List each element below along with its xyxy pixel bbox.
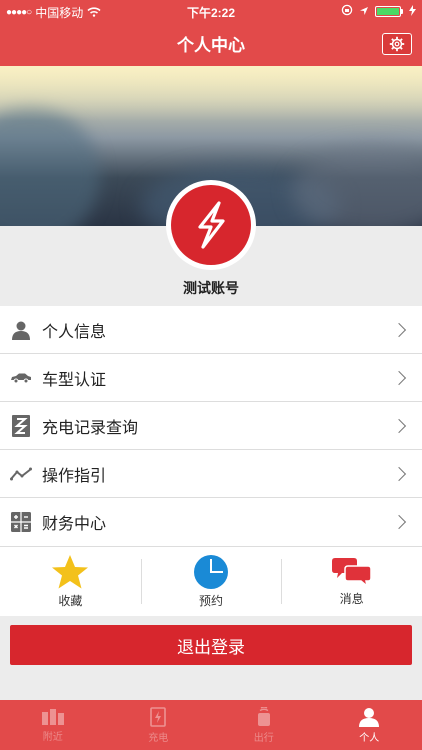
chevron-right-icon — [391, 370, 407, 385]
stations-icon — [41, 708, 64, 725]
chevron-right-icon — [391, 418, 407, 433]
calculator-icon — [10, 511, 32, 533]
menu-item-charging-records[interactable]: 充电记录查询 — [0, 402, 422, 450]
user-icon — [10, 319, 32, 341]
tab-personal[interactable]: 个人 — [317, 700, 422, 750]
reservation-label: 预约 — [199, 594, 224, 608]
status-bar: ●●●●○ 中国移动 下午2:22 — [0, 0, 422, 22]
menu-item-personal-info[interactable]: 个人信息 — [0, 306, 422, 354]
quick-actions: 收藏 预约 消息 — [0, 546, 422, 616]
messages-button[interactable]: 消息 — [281, 547, 422, 616]
tab-label: 个人 — [359, 732, 380, 744]
gear-icon — [389, 36, 405, 52]
menu-label: 操作指引 — [42, 467, 107, 485]
menu-list: 个人信息 车型认证 充电记录查询 操作指引 财务中心 — [0, 306, 422, 546]
rotation-lock-icon — [341, 4, 353, 19]
top-bar: ●●●●○ 中国移动 下午2:22 个人中心 — [0, 0, 422, 66]
star-icon — [52, 555, 89, 589]
tab-charging[interactable]: 充电 — [106, 700, 212, 750]
settings-button[interactable] — [382, 33, 412, 55]
menu-item-operation-guide[interactable]: 操作指引 — [0, 450, 422, 498]
car-icon — [10, 367, 32, 389]
tab-label: 充电 — [148, 732, 169, 744]
tab-nearby[interactable]: 附近 — [0, 700, 106, 750]
logout-button[interactable]: 退出登录 — [10, 625, 412, 665]
page-title: 个人中心 — [177, 36, 245, 55]
menu-label: 充电记录查询 — [42, 419, 139, 437]
charging-bolt-icon — [409, 4, 416, 19]
tab-bar: 附近 充电 出行 个人 — [0, 700, 422, 750]
charge-record-icon — [10, 414, 32, 437]
favorites-button[interactable]: 收藏 — [0, 547, 141, 616]
menu-label: 个人信息 — [42, 323, 107, 341]
avatar[interactable] — [166, 180, 256, 270]
reservation-button[interactable]: 预约 — [140, 547, 282, 616]
tab-travel[interactable]: 出行 — [211, 700, 317, 750]
menu-label: 车型认证 — [42, 371, 107, 389]
battery-icon — [375, 6, 403, 17]
messages-label: 消息 — [339, 592, 364, 606]
trend-icon — [10, 463, 32, 485]
clock-icon — [194, 555, 228, 589]
menu-label: 财务中心 — [42, 516, 107, 533]
tab-label: 附近 — [42, 731, 63, 743]
charging-icon — [150, 706, 167, 727]
location-icon — [359, 5, 369, 19]
favorites-label: 收藏 — [58, 594, 83, 608]
menu-item-vehicle-certification[interactable]: 车型认证 — [0, 354, 422, 402]
tab-label: 出行 — [253, 732, 274, 744]
account-name: 测试账号 — [183, 280, 239, 296]
menu-item-finance-center[interactable]: 财务中心 — [0, 498, 422, 546]
chevron-right-icon — [391, 514, 407, 530]
chevron-right-icon — [391, 466, 407, 481]
chevron-right-icon — [391, 322, 407, 337]
travel-icon — [257, 706, 270, 726]
lightning-logo-icon — [198, 201, 225, 249]
chat-icon — [331, 558, 372, 588]
person-icon — [359, 707, 380, 727]
